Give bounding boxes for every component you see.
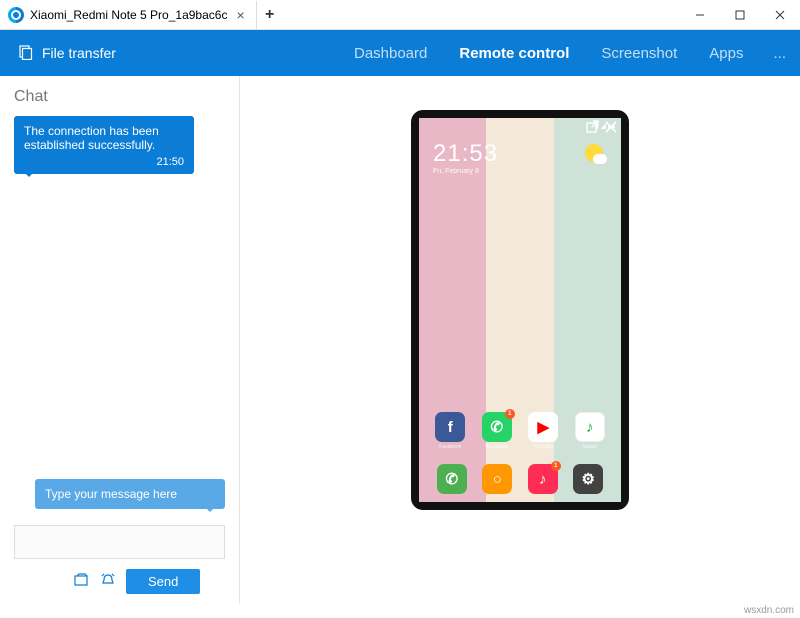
app-facebook[interactable]: f Facebook bbox=[429, 412, 472, 450]
app-settings[interactable]: ⚙ bbox=[566, 464, 612, 494]
app-label: Facebook bbox=[439, 444, 461, 450]
chat-panel: Chat The connection has been established… bbox=[0, 76, 240, 604]
app-browser[interactable]: ○ bbox=[475, 464, 521, 494]
tab-device[interactable]: Xiaomi_Redmi Note 5 Pro_1a9bac6c × bbox=[0, 1, 257, 29]
remote-viewer: ▮ ◢ ▬ 21:53 Fri, February 8 fFacebook✆1W… bbox=[240, 76, 800, 604]
file-transfer-label: File transfer bbox=[42, 45, 116, 61]
badge: 1 bbox=[505, 409, 515, 419]
facebook-icon: f bbox=[435, 412, 465, 442]
main-area: Chat The connection has been established… bbox=[0, 76, 800, 604]
youtube-icon: ▶ bbox=[528, 412, 558, 442]
app-label: WhatsApp bbox=[485, 444, 508, 450]
chat-message-text: The connection has been established succ… bbox=[24, 124, 159, 152]
file-transfer-button[interactable]: File transfer bbox=[0, 44, 116, 63]
close-tab-icon[interactable]: × bbox=[233, 7, 247, 23]
close-viewer-icon[interactable] bbox=[605, 120, 617, 138]
teamviewer-icon bbox=[8, 7, 24, 23]
phone-icon: ✆ bbox=[437, 464, 467, 494]
lockscreen-clock: 21:53 Fri, February 8 bbox=[433, 140, 498, 175]
nav-screenshot[interactable]: Screenshot bbox=[585, 30, 693, 76]
weather-icon bbox=[585, 144, 603, 162]
window-controls bbox=[680, 0, 800, 30]
nav-dashboard[interactable]: Dashboard bbox=[338, 30, 443, 76]
new-tab-button[interactable]: + bbox=[257, 6, 283, 24]
chat-message-time: 21:50 bbox=[24, 156, 184, 168]
nav-more[interactable]: ... bbox=[759, 30, 800, 76]
chat-spacer bbox=[14, 174, 225, 479]
maximize-button[interactable] bbox=[720, 0, 760, 30]
chat-actions: Send bbox=[14, 569, 225, 594]
chat-message: The connection has been established succ… bbox=[14, 116, 194, 174]
app-phone[interactable]: ✆ bbox=[429, 464, 475, 494]
browser-icon: ○ bbox=[482, 464, 512, 494]
nav-remote-control[interactable]: Remote control bbox=[443, 30, 585, 76]
minimize-button[interactable] bbox=[680, 0, 720, 30]
chat-prompt-bubble: Type your message here bbox=[35, 479, 225, 509]
settings-icon: ⚙ bbox=[573, 464, 603, 494]
attach-icon[interactable] bbox=[74, 573, 90, 590]
badge: 1 bbox=[551, 461, 561, 471]
phone-frame: ▮ ◢ ▬ 21:53 Fri, February 8 fFacebook✆1W… bbox=[411, 110, 629, 510]
title-bar: Xiaomi_Redmi Note 5 Pro_1a9bac6c × + bbox=[0, 0, 800, 30]
app-grid: f Facebook ✆1 WhatsApp ▶ YouTube ♪ Saavn bbox=[419, 412, 621, 450]
file-transfer-icon bbox=[18, 44, 34, 63]
app-music[interactable]: ♪1 bbox=[520, 464, 566, 494]
app-header: File transfer Dashboard Remote control S… bbox=[0, 30, 800, 76]
viewer-controls bbox=[586, 120, 617, 138]
app-label: Saavn bbox=[583, 444, 597, 450]
whatsapp-icon: ✆1 bbox=[482, 412, 512, 442]
music-icon: ♪1 bbox=[528, 464, 558, 494]
app-label: YouTube bbox=[533, 444, 553, 450]
app-saavn[interactable]: ♪ Saavn bbox=[569, 412, 612, 450]
clock-time: 21:53 bbox=[433, 140, 498, 168]
header-nav: Dashboard Remote control Screenshot Apps… bbox=[338, 30, 800, 76]
phone-screen[interactable]: ▮ ◢ ▬ 21:53 Fri, February 8 fFacebook✆1W… bbox=[419, 118, 621, 502]
chat-input[interactable] bbox=[14, 525, 225, 559]
phone-dock: ✆ ○ ♪1 ⚙ bbox=[419, 464, 621, 494]
saavn-icon: ♪ bbox=[575, 412, 605, 442]
popout-icon[interactable] bbox=[586, 120, 599, 138]
nav-apps[interactable]: Apps bbox=[693, 30, 759, 76]
chat-title: Chat bbox=[14, 88, 225, 106]
close-window-button[interactable] bbox=[760, 0, 800, 30]
app-whatsapp[interactable]: ✆1 WhatsApp bbox=[476, 412, 519, 450]
nudge-icon[interactable] bbox=[100, 573, 116, 590]
watermark: wsxdn.com bbox=[744, 605, 794, 616]
clock-date: Fri, February 8 bbox=[433, 168, 498, 175]
app-youtube[interactable]: ▶ YouTube bbox=[522, 412, 565, 450]
send-button[interactable]: Send bbox=[126, 569, 200, 594]
tab-title: Xiaomi_Redmi Note 5 Pro_1a9bac6c bbox=[30, 8, 227, 22]
